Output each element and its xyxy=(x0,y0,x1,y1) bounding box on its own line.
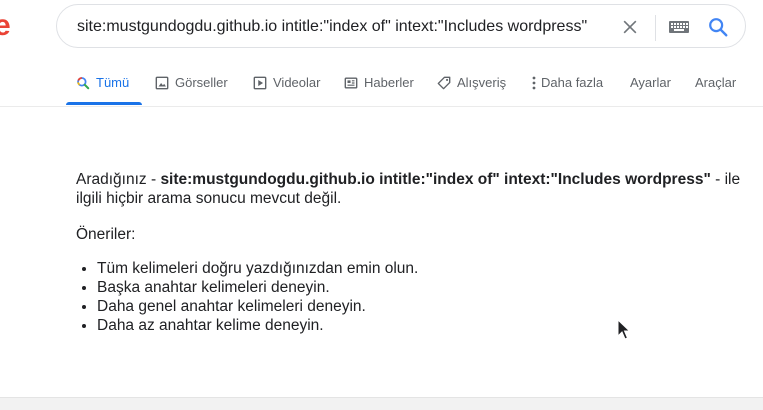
search-icon xyxy=(709,18,728,37)
tab-tools[interactable]: Araçlar xyxy=(695,62,736,104)
tab-label: Görseller xyxy=(175,75,228,90)
tab-news[interactable]: Haberler xyxy=(344,62,414,104)
tag-icon xyxy=(437,75,451,91)
page-bottom-bar xyxy=(0,397,763,410)
image-icon xyxy=(155,75,169,91)
suggestions-title: Öneriler: xyxy=(76,226,136,243)
tab-videos[interactable]: Videolar xyxy=(253,62,320,104)
tab-label: Haberler xyxy=(364,75,414,90)
mouse-cursor-icon xyxy=(617,319,631,340)
active-tab-indicator xyxy=(66,102,142,105)
list-item: Başka anahtar kelimeleri deneyin. xyxy=(97,278,746,297)
tab-label: Videolar xyxy=(273,75,321,90)
tab-images[interactable]: Görseller xyxy=(155,62,228,104)
play-icon xyxy=(253,75,267,91)
news-icon xyxy=(344,75,358,91)
list-item: Daha genel anahtar kelimeleri deneyin. xyxy=(97,297,746,316)
tab-label: Daha fazla xyxy=(541,75,604,90)
clear-search-button[interactable] xyxy=(616,13,644,41)
google-logo-fragment[interactable]: e xyxy=(0,11,11,41)
tab-settings[interactable]: Ayarlar xyxy=(630,62,671,104)
search-tabs: Tümü Görseller Videolar Haberler Alışver… xyxy=(0,62,763,106)
search-bar xyxy=(56,4,746,48)
tab-more[interactable]: Daha fazla xyxy=(532,62,603,104)
list-item: Daha az anahtar kelime deneyin. xyxy=(97,316,746,335)
search-icon xyxy=(76,75,90,91)
keyboard-icon xyxy=(669,21,689,33)
tab-label: Alışveriş xyxy=(457,75,507,90)
keyboard-button[interactable] xyxy=(665,13,693,41)
tab-label: Tümü xyxy=(96,75,130,90)
tab-shopping[interactable]: Alışveriş xyxy=(437,62,506,104)
suggestions-list: Tüm kelimeleri doğru yazdığınızdan emin … xyxy=(76,259,746,335)
tab-label: Ayarlar xyxy=(630,75,671,90)
close-icon xyxy=(623,20,637,34)
search-input[interactable] xyxy=(77,16,617,38)
no-results-query: site:mustgundogdu.github.io intitle:"ind… xyxy=(160,171,711,188)
no-results-panel: Aradığınız - site:mustgundogdu.github.io… xyxy=(76,170,746,335)
tabs-divider xyxy=(0,106,763,107)
tab-label: Araçlar xyxy=(695,75,737,90)
no-results-message: Aradığınız - site:mustgundogdu.github.io… xyxy=(76,170,746,208)
search-bar-divider xyxy=(655,15,656,41)
no-results-prefix: Aradığınız - xyxy=(76,171,161,188)
list-item: Tüm kelimeleri doğru yazdığınızdan emin … xyxy=(97,259,746,278)
more-vert-icon xyxy=(532,75,536,91)
search-button[interactable] xyxy=(704,13,732,41)
tab-all[interactable]: Tümü xyxy=(76,62,129,104)
